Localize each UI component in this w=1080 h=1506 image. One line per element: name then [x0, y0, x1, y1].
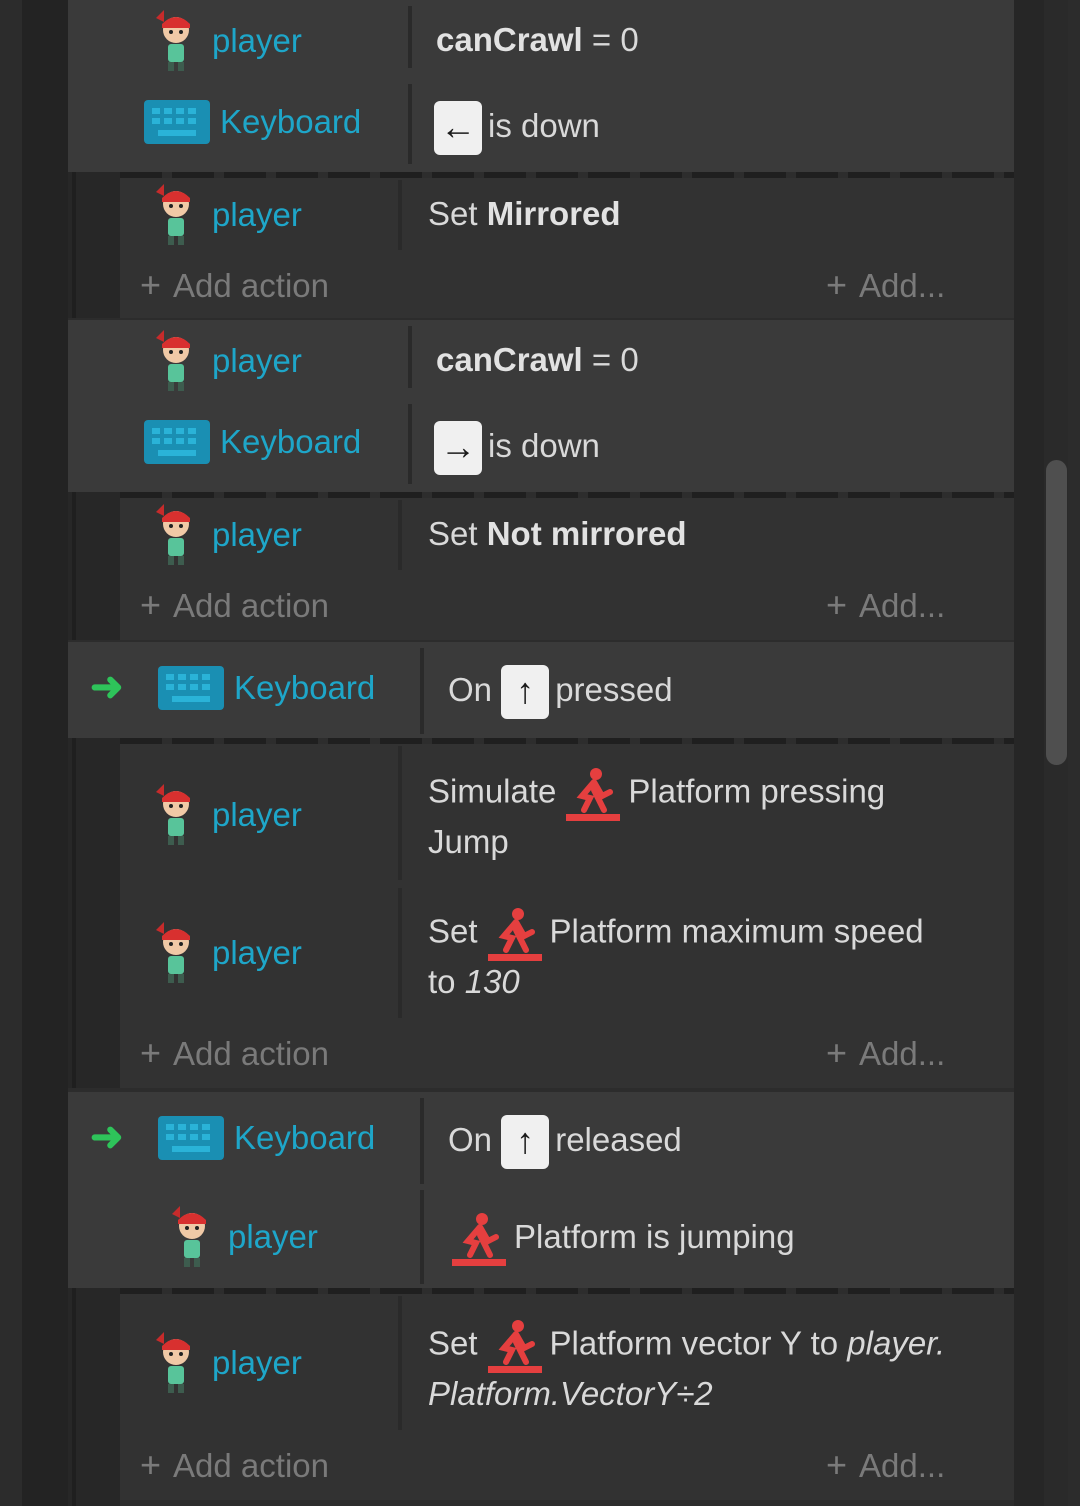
plus-icon: +: [826, 1444, 848, 1485]
object-name: player: [212, 196, 302, 233]
action-object-player[interactable]: player: [150, 782, 302, 848]
object-name: player: [212, 934, 302, 971]
event-1-actions[interactable]: player Set Mirrored + Add action + Add...: [120, 172, 1014, 318]
add-more-button[interactable]: + Add...: [826, 264, 945, 306]
object-name: Keyboard: [234, 1119, 376, 1156]
keyboard-icon: [158, 666, 224, 710]
event-4-conditions[interactable]: ➜ Keyboard On ↑ released player Platform …: [68, 1092, 1014, 1288]
up-arrow-key-icon: ↑: [501, 665, 550, 720]
event-3-actions[interactable]: player Simulate Platform pressing Jump pl…: [120, 738, 1014, 1088]
condition-text[interactable]: On ↑ released: [448, 1112, 682, 1170]
condition-object-keyboard[interactable]: Keyboard: [158, 1116, 375, 1160]
object-name: player: [212, 22, 302, 59]
indent-gutter: [68, 1288, 120, 1506]
action-text[interactable]: Set Platform vector Y to player. Platform…: [428, 1318, 945, 1414]
platformer-behavior-icon: [486, 906, 542, 962]
action-object-player[interactable]: player: [150, 182, 302, 248]
add-action-button[interactable]: + Add action: [140, 584, 329, 626]
action-text[interactable]: Set Platform maximum speed to 130: [428, 906, 924, 1002]
object-name: Keyboard: [220, 103, 362, 140]
condition-text[interactable]: canCrawl = 0: [436, 20, 639, 60]
plus-icon: +: [826, 584, 848, 625]
event-sheet-right-edge: [1014, 0, 1046, 1506]
condition-object-keyboard[interactable]: Keyboard: [144, 420, 361, 464]
add-more-button[interactable]: + Add...: [826, 584, 945, 626]
action-text[interactable]: Set Mirrored: [428, 194, 621, 234]
action-object-player[interactable]: player: [150, 1330, 302, 1396]
object-name: player: [212, 342, 302, 379]
platformer-behavior-icon: [450, 1211, 506, 1267]
object-name: Keyboard: [220, 423, 362, 460]
keyboard-icon: [144, 100, 210, 144]
plus-icon: +: [140, 264, 162, 305]
plus-icon: +: [826, 264, 848, 305]
indent-gutter: [68, 492, 120, 640]
event-3-conditions[interactable]: ➜ Keyboard On ↑ pressed: [68, 642, 1014, 738]
object-name: Keyboard: [234, 669, 376, 706]
player-sprite-icon: [150, 502, 202, 568]
keyboard-icon: [144, 420, 210, 464]
event-2-conditions[interactable]: player canCrawl = 0 Keyboard → is down: [68, 320, 1014, 492]
keyboard-icon: [158, 1116, 224, 1160]
condition-text[interactable]: On ↑ pressed: [448, 662, 673, 720]
action-text[interactable]: Set Not mirrored: [428, 514, 687, 554]
plus-icon: +: [140, 584, 162, 625]
condition-text[interactable]: Platform is jumping: [450, 1208, 795, 1267]
condition-object-keyboard[interactable]: Keyboard: [144, 100, 361, 144]
plus-icon: +: [826, 1032, 848, 1073]
trigger-arrow-icon: ➜: [90, 665, 124, 709]
condition-object-player[interactable]: player: [150, 8, 302, 74]
event-1-conditions[interactable]: player canCrawl = 0 Keyboard ← is down: [68, 0, 1014, 172]
add-action-button[interactable]: + Add action: [140, 1032, 329, 1074]
action-object-player[interactable]: player: [150, 920, 302, 986]
action-text[interactable]: Simulate Platform pressing Jump: [428, 766, 885, 862]
add-action-button[interactable]: + Add action: [140, 264, 329, 306]
event-2-actions[interactable]: player Set Not mirrored + Add action + Add…: [120, 492, 1014, 640]
plus-icon: +: [140, 1032, 162, 1073]
player-sprite-icon: [150, 328, 202, 394]
player-sprite-icon: [150, 8, 202, 74]
event-sheet-left-rail: [22, 0, 68, 1506]
trigger-arrow-icon: ➜: [90, 1115, 124, 1159]
object-name: player: [228, 1218, 318, 1255]
player-sprite-icon: [150, 782, 202, 848]
player-sprite-icon: [150, 182, 202, 248]
player-sprite-icon: [166, 1204, 218, 1270]
condition-text[interactable]: ← is down: [434, 98, 600, 156]
object-name: player: [212, 1344, 302, 1381]
add-action-button[interactable]: + Add action: [140, 1444, 329, 1486]
indent-gutter: [68, 738, 120, 1088]
event-4-actions[interactable]: player Set Platform vector Y to player. P…: [120, 1288, 1014, 1500]
scrollbar-thumb[interactable]: [1046, 460, 1067, 765]
object-name: player: [212, 516, 302, 553]
condition-text[interactable]: canCrawl = 0: [436, 340, 639, 380]
add-more-button[interactable]: + Add...: [826, 1444, 945, 1486]
left-arrow-key-icon: ←: [434, 101, 482, 156]
object-name: player: [212, 796, 302, 833]
player-sprite-icon: [150, 1330, 202, 1396]
condition-text[interactable]: → is down: [434, 418, 600, 476]
up-arrow-key-icon: ↑: [501, 1115, 550, 1170]
platformer-behavior-icon: [486, 1318, 542, 1374]
action-object-player[interactable]: player: [150, 502, 302, 568]
add-more-button[interactable]: + Add...: [826, 1032, 945, 1074]
player-sprite-icon: [150, 920, 202, 986]
condition-object-keyboard[interactable]: Keyboard: [158, 666, 375, 710]
platformer-behavior-icon: [564, 766, 621, 822]
plus-icon: +: [140, 1444, 162, 1485]
condition-object-player[interactable]: player: [150, 328, 302, 394]
condition-object-player[interactable]: player: [166, 1204, 318, 1270]
indent-gutter: [68, 172, 120, 318]
right-arrow-key-icon: →: [434, 421, 482, 476]
